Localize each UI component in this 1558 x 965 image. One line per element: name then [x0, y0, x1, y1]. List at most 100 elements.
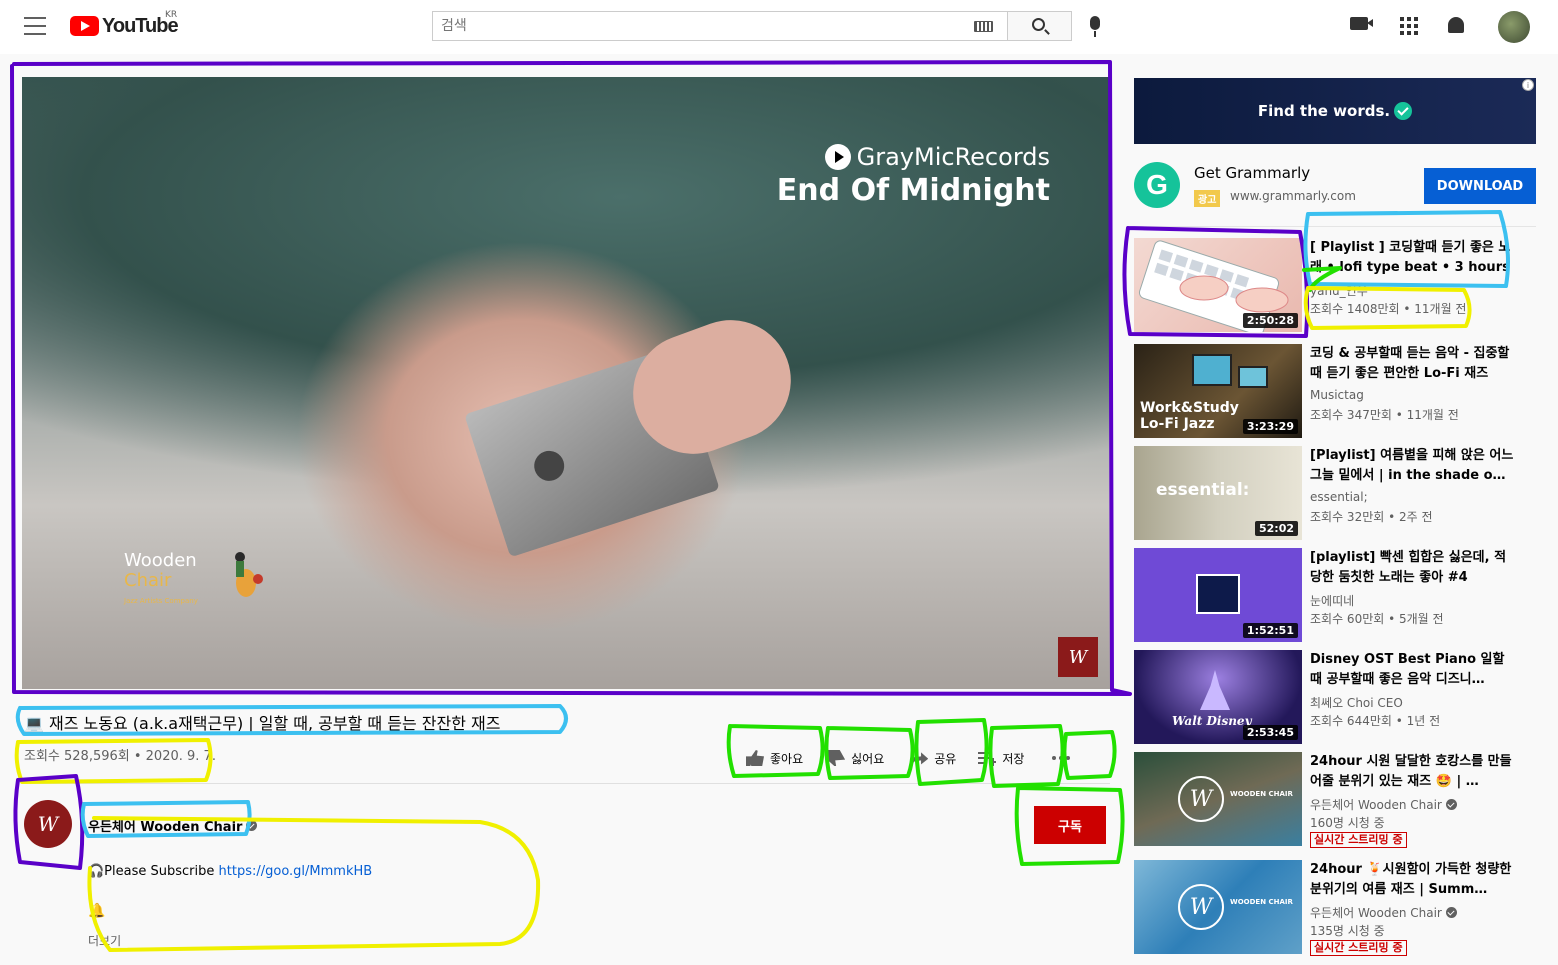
more-actions-button[interactable]: [1046, 740, 1076, 776]
recommended-title[interactable]: [Playlist] 여름볕을 피해 앉은 어느 그늘 밑에서 | in the…: [1310, 446, 1514, 486]
hamburger-menu-icon[interactable]: [24, 17, 46, 35]
country-code: KR: [165, 10, 178, 20]
youtube-play-icon: [70, 16, 99, 36]
ad-separator: [1134, 226, 1536, 227]
recommended-title[interactable]: Disney OST Best Piano 일할때 공부할때 좋은 음악 디즈니…: [1310, 650, 1514, 690]
thumbs-down-icon: [827, 750, 846, 766]
recommended-video[interactable]: 1:52:51 [playlist] 빡센 힙합은 싫은데, 적당한 둠칫한 노…: [1134, 548, 1536, 642]
description-link[interactable]: https://goo.gl/MmmkHB: [219, 864, 373, 879]
duration-badge: 3:23:29: [1242, 419, 1298, 434]
ad-banner[interactable]: Find the words.: [1134, 78, 1536, 144]
subscribe-button[interactable]: 구독: [1034, 806, 1106, 844]
description-prefix: 🎧Please Subscribe: [88, 864, 219, 879]
video-watermark-brand: GrayMicRecords End Of Midnight: [777, 143, 1050, 208]
apps-grid-icon[interactable]: [1400, 17, 1418, 35]
recommended-video[interactable]: W WOODEN CHAIR 24hour 🍹시원함이 가득한 청량한 분위기의…: [1134, 860, 1536, 956]
save-button[interactable]: 저장: [972, 740, 1030, 776]
ad-badge: 광고: [1194, 190, 1221, 207]
notifications-bell-icon[interactable]: [1448, 17, 1464, 33]
recommended-title[interactable]: 24hour 시원 달달한 호캉스를 만들어줄 분위기 있는 재즈 🤩 | …: [1310, 752, 1514, 792]
recommended-video[interactable]: Walt Disney 2:53:45 Disney OST Best Pian…: [1134, 650, 1536, 744]
video-views-date: 조회수 528,596회 • 2020. 9. 7.: [24, 749, 216, 764]
recommended-channel[interactable]: 우든체어 Wooden Chair: [1310, 796, 1457, 813]
monitor-shape: [1238, 366, 1268, 388]
recommended-title[interactable]: 24hour 🍹시원함이 가득한 청량한 분위기의 여름 재즈 | Summ…: [1310, 860, 1514, 900]
recommended-video[interactable]: essential: 52:02 [Playlist] 여름볕을 피해 앉은 어…: [1134, 446, 1536, 540]
recommended-channel[interactable]: essential;: [1310, 490, 1368, 504]
search-icon: [1032, 18, 1045, 31]
create-video-icon[interactable]: [1350, 17, 1373, 30]
castle-icon: [1200, 670, 1230, 710]
video-thumbnail[interactable]: essential: 52:02: [1134, 446, 1302, 540]
video-thumbnail[interactable]: 1:52:51: [1134, 548, 1302, 642]
like-label: 좋아요: [770, 751, 804, 766]
thumb-caption: WOODEN CHAIR: [1230, 790, 1293, 798]
recommended-stats: 조회수 644만회 • 1년 전: [1310, 714, 1441, 728]
user-avatar[interactable]: [1498, 11, 1530, 43]
description-bell: 🔔: [88, 903, 106, 919]
wooden-chair-logo: W: [1178, 884, 1224, 930]
ad-title: Get Grammarly: [1194, 164, 1311, 182]
recommended-title[interactable]: [ Playlist ] 코딩할때 듣기 좋은 노래 • lofi type b…: [1310, 238, 1514, 278]
video-title: 💻 재즈 노동요 (a.k.a재택근무) | 일할 때, 공부할 때 듣는 잔잔…: [24, 714, 501, 733]
youtube-logo[interactable]: YouTube: [70, 14, 179, 38]
channel-corner-logo: W: [1058, 637, 1098, 677]
recommended-title[interactable]: [playlist] 빡센 힙합은 싫은데, 적당한 둠칫한 노래는 좋아 #4: [1310, 548, 1514, 588]
recommended-video[interactable]: Work&Study Lo-Fi Jazz 3:23:29 코딩 & 공부할때 …: [1134, 344, 1536, 438]
video-thumbnail[interactable]: Work&Study Lo-Fi Jazz 3:23:29: [1134, 344, 1302, 438]
wooden-chair-logo: W: [1178, 776, 1224, 822]
playlist-add-icon: [978, 750, 997, 766]
recommended-channel[interactable]: Musictag: [1310, 388, 1364, 402]
recommended-channel[interactable]: 눈에띠네: [1310, 592, 1354, 609]
channel-name: 우든체어 Wooden Chair: [88, 820, 243, 835]
recommended-stats: 조회수 1408만회 • 11개월 전: [1310, 302, 1467, 316]
video-actions: 좋아요 싫어요 공유 저장: [740, 740, 1076, 776]
search-button[interactable]: [1008, 11, 1072, 41]
recommended-channel[interactable]: 우든체어 Wooden Chair: [1310, 904, 1457, 921]
recommended-stats: 135명 시청 중: [1310, 924, 1385, 938]
like-button[interactable]: 좋아요: [740, 740, 809, 776]
video-thumbnail[interactable]: W WOODEN CHAIR: [1134, 752, 1302, 846]
show-more-link[interactable]: 더보기: [88, 932, 121, 949]
duration-badge: 2:50:28: [1242, 313, 1298, 328]
thumb-caption-line1: Work&Study: [1140, 400, 1239, 416]
recommended-video[interactable]: W WOODEN CHAIR 24hour 시원 달달한 호캉스를 만들어줄 분…: [1134, 752, 1536, 848]
video-thumbnail[interactable]: Walt Disney 2:53:45: [1134, 650, 1302, 744]
channel-name-link[interactable]: 우든체어 Wooden Chair: [88, 816, 258, 835]
search-input[interactable]: [433, 12, 953, 40]
video-thumbnail[interactable]: W WOODEN CHAIR: [1134, 860, 1302, 954]
more-horizontal-icon: [1052, 756, 1071, 760]
duration-badge: 2:53:45: [1242, 725, 1298, 740]
recommended-channel[interactable]: yanu_연우: [1310, 282, 1368, 299]
recommended-stats: 조회수 60만회 • 5개월 전: [1310, 612, 1444, 626]
recommended-video[interactable]: 2:50:28 [ Playlist ] 코딩할때 듣기 좋은 노래 • lof…: [1134, 238, 1536, 332]
keyboard-icon[interactable]: [974, 21, 993, 32]
ad-info-icon[interactable]: i: [1522, 79, 1534, 91]
video-player[interactable]: GrayMicRecords End Of Midnight Wooden Ch…: [22, 77, 1110, 689]
recommended-channel[interactable]: 최쎄오 Choi CEO: [1310, 694, 1403, 711]
verified-check-icon: [246, 820, 258, 831]
dislike-label: 싫어요: [851, 751, 885, 766]
verified-check-icon: [1445, 799, 1457, 810]
dislike-button[interactable]: 싫어요: [821, 740, 890, 776]
monitor-shape: [1192, 354, 1232, 386]
thumb-caption: Walt Disney: [1172, 714, 1252, 728]
grammarly-logo: G: [1134, 162, 1180, 208]
record-label-play-icon: [824, 144, 851, 170]
channel-name: 우든체어 Wooden Chair: [1310, 798, 1442, 812]
thumb-caption-line2: Lo-Fi Jazz: [1140, 416, 1215, 432]
save-label: 저장: [1002, 751, 1025, 766]
share-button[interactable]: 공유: [904, 740, 962, 776]
recommended-title[interactable]: 코딩 & 공부할때 듣는 음악 - 집중할때 듣기 좋은 편안한 Lo-Fi 재…: [1310, 344, 1514, 384]
download-button[interactable]: DOWNLOAD: [1424, 168, 1536, 204]
video-thumbnail[interactable]: 2:50:28: [1134, 238, 1302, 332]
live-badge: 실시간 스트리밍 중: [1310, 832, 1407, 848]
microphone-icon[interactable]: [1090, 16, 1100, 37]
channel-watermark-line2: Chair: [124, 570, 172, 591]
thumbs-up-icon: [746, 750, 764, 766]
duration-badge: 1:52:51: [1242, 623, 1298, 638]
ad-row[interactable]: G Get Grammarly 광고 www.grammarly.com DOW…: [1134, 158, 1536, 212]
channel-avatar[interactable]: W: [24, 800, 72, 848]
thumb-caption: Work&Study Lo-Fi Jazz: [1140, 400, 1239, 432]
recommended-stats: 160명 시청 중: [1310, 816, 1385, 830]
